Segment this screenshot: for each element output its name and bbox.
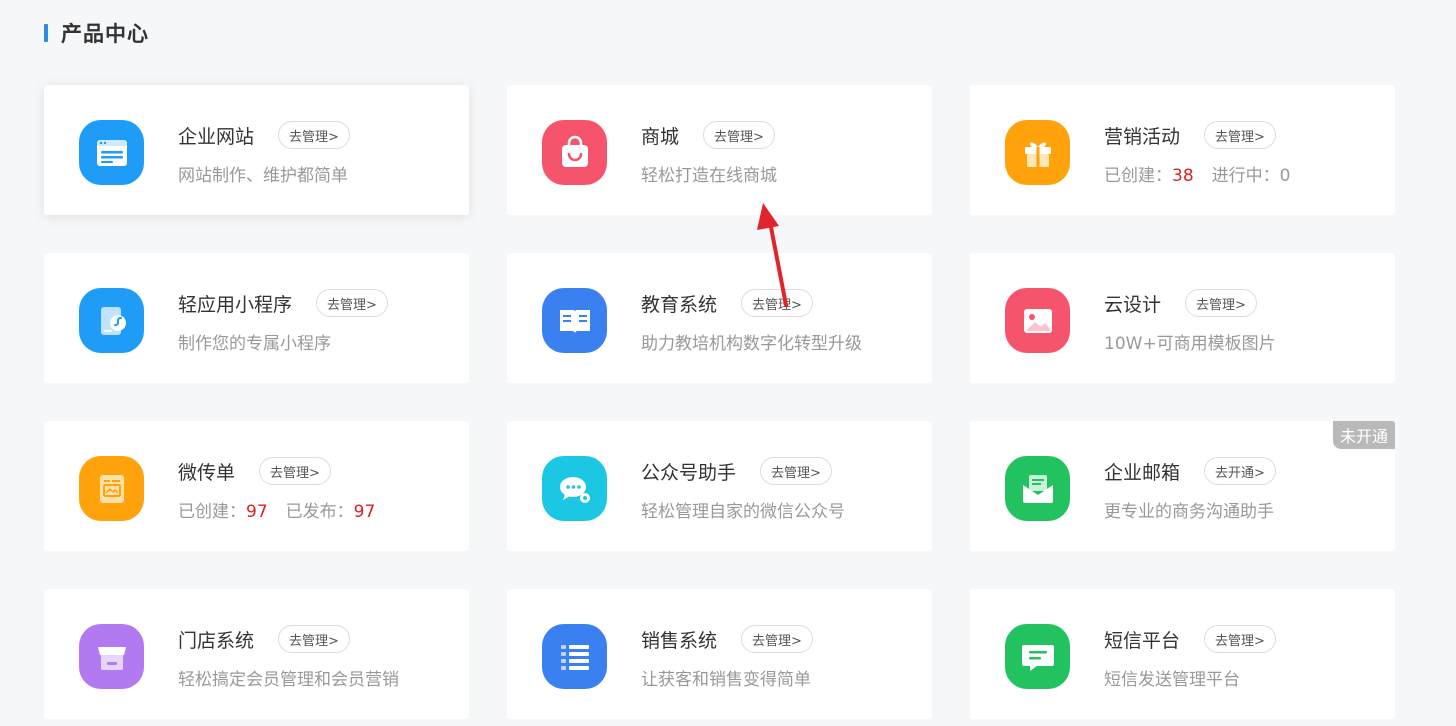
card-title-row: 企业邮箱 去开通> xyxy=(1104,455,1276,487)
card-title-row: 商城 去管理> xyxy=(641,119,775,151)
card-description: 10W+可商用模板图片 xyxy=(1104,334,1276,354)
card-title-row: 轻应用小程序 去管理> xyxy=(178,287,388,319)
gift-icon xyxy=(1005,120,1070,185)
card-description: 网站制作、维护都简单 xyxy=(178,166,348,186)
card-description: 助力教培机构数字化转型升级 xyxy=(641,334,862,354)
stat-value: 97 xyxy=(353,502,376,522)
manage-button[interactable]: 去管理> xyxy=(703,121,775,149)
sms-icon xyxy=(1005,624,1070,689)
product-card[interactable]: 企业邮箱 去开通> 更专业的商务沟通助手 未开通 xyxy=(970,421,1395,551)
manage-button[interactable]: 去管理> xyxy=(316,289,388,317)
stat-label: 已创建： xyxy=(1104,166,1172,186)
stat-label: 已创建： xyxy=(178,502,246,522)
product-card[interactable]: 商城 去管理> 轻松打造在线商城 xyxy=(507,85,932,215)
website-icon xyxy=(79,120,144,185)
card-stats: 已创建：38 进行中：0 xyxy=(1104,161,1290,186)
card-title: 公众号助手 xyxy=(641,461,737,484)
card-title-row: 微传单 去管理> xyxy=(178,455,331,487)
product-card[interactable]: 云设计 去管理> 10W+可商用模板图片 xyxy=(970,253,1395,383)
card-title: 门店系统 xyxy=(178,629,255,652)
manage-button[interactable]: 去管理> xyxy=(741,625,813,653)
stat-value: 38 xyxy=(1172,166,1194,186)
product-card[interactable]: 教育系统 去管理> 助力教培机构数字化转型升级 xyxy=(507,253,932,383)
product-card[interactable]: 微传单 去管理> 已创建：97 已发布：97 xyxy=(44,421,469,551)
card-description: 轻松管理自家的微信公众号 xyxy=(641,502,845,522)
stat-label: 已发布： xyxy=(285,502,354,522)
card-title-row: 公众号助手 去管理> xyxy=(641,455,832,487)
store-icon xyxy=(79,624,144,689)
card-title: 营销活动 xyxy=(1104,125,1181,148)
miniprogram-icon xyxy=(79,288,144,353)
card-title-row: 门店系统 去管理> xyxy=(178,623,350,655)
card-description: 短信发送管理平台 xyxy=(1104,670,1240,690)
list-icon xyxy=(542,624,607,689)
product-card[interactable]: 轻应用小程序 去管理> 制作您的专属小程序 xyxy=(44,253,469,383)
card-title-row: 短信平台 去管理> xyxy=(1104,623,1276,655)
card-title: 企业网站 xyxy=(178,125,255,148)
product-card[interactable]: 营销活动 去管理> 已创建：38 进行中：0 xyxy=(970,85,1395,215)
card-description: 更专业的商务沟通助手 xyxy=(1104,502,1274,522)
card-title: 企业邮箱 xyxy=(1104,461,1181,484)
card-title: 销售系统 xyxy=(641,629,718,652)
mail-icon xyxy=(1005,456,1070,521)
wechat-chat-icon xyxy=(542,456,607,521)
product-card[interactable]: 门店系统 去管理> 轻松搞定会员管理和会员营销 xyxy=(44,589,469,719)
shopping-bag-icon xyxy=(542,120,607,185)
manage-button[interactable]: 去管理> xyxy=(278,625,350,653)
image-icon xyxy=(1005,288,1070,353)
card-title: 轻应用小程序 xyxy=(178,293,293,316)
manage-button[interactable]: 去管理> xyxy=(1204,121,1276,149)
manage-button[interactable]: 去管理> xyxy=(1185,289,1257,317)
product-card[interactable]: 公众号助手 去管理> 轻松管理自家的微信公众号 xyxy=(507,421,932,551)
manage-button[interactable]: 去管理> xyxy=(1204,625,1276,653)
section-title: 产品中心 xyxy=(61,22,149,46)
card-title-row: 云设计 去管理> xyxy=(1104,287,1257,319)
manage-button[interactable]: 去管理> xyxy=(760,457,832,485)
card-description: 让获客和销售变得简单 xyxy=(641,670,811,690)
card-description: 轻松打造在线商城 xyxy=(641,166,777,186)
product-card[interactable]: 销售系统 去管理> 让获客和销售变得简单 xyxy=(507,589,932,719)
book-icon xyxy=(542,288,607,353)
manage-button[interactable]: 去开通> xyxy=(1204,457,1276,485)
card-title: 教育系统 xyxy=(641,293,718,316)
card-description: 制作您的专属小程序 xyxy=(178,334,331,354)
product-card[interactable]: 企业网站 去管理> 网站制作、维护都简单 xyxy=(44,85,469,215)
card-stats: 已创建：97 已发布：97 xyxy=(178,497,375,522)
flyer-icon xyxy=(79,456,144,521)
product-grid: 企业网站 去管理> 网站制作、维护都简单 商城 去管理> 轻松打造在线商城 营销活动 去管理>… xyxy=(44,85,1395,719)
card-title-row: 销售系统 去管理> xyxy=(641,623,813,655)
card-title-row: 教育系统 去管理> xyxy=(641,287,813,319)
card-description: 轻松搞定会员管理和会员营销 xyxy=(178,670,399,690)
card-title: 短信平台 xyxy=(1104,629,1181,652)
stat-value: 0 xyxy=(1279,166,1291,186)
card-title: 微传单 xyxy=(178,461,236,484)
manage-button[interactable]: 去管理> xyxy=(259,457,331,485)
manage-button[interactable]: 去管理> xyxy=(278,121,350,149)
stat-value: 97 xyxy=(246,502,268,522)
section-accent-bar xyxy=(44,24,48,42)
product-card[interactable]: 短信平台 去管理> 短信发送管理平台 xyxy=(970,589,1395,719)
card-title-row: 企业网站 去管理> xyxy=(178,119,350,151)
manage-button[interactable]: 去管理> xyxy=(741,289,813,317)
section-header: 产品中心 xyxy=(44,18,149,48)
card-title: 商城 xyxy=(641,125,680,148)
stat-label: 进行中： xyxy=(1211,166,1280,186)
card-title: 云设计 xyxy=(1104,293,1162,316)
card-title-row: 营销活动 去管理> xyxy=(1104,119,1276,151)
status-badge: 未开通 xyxy=(1332,421,1395,449)
